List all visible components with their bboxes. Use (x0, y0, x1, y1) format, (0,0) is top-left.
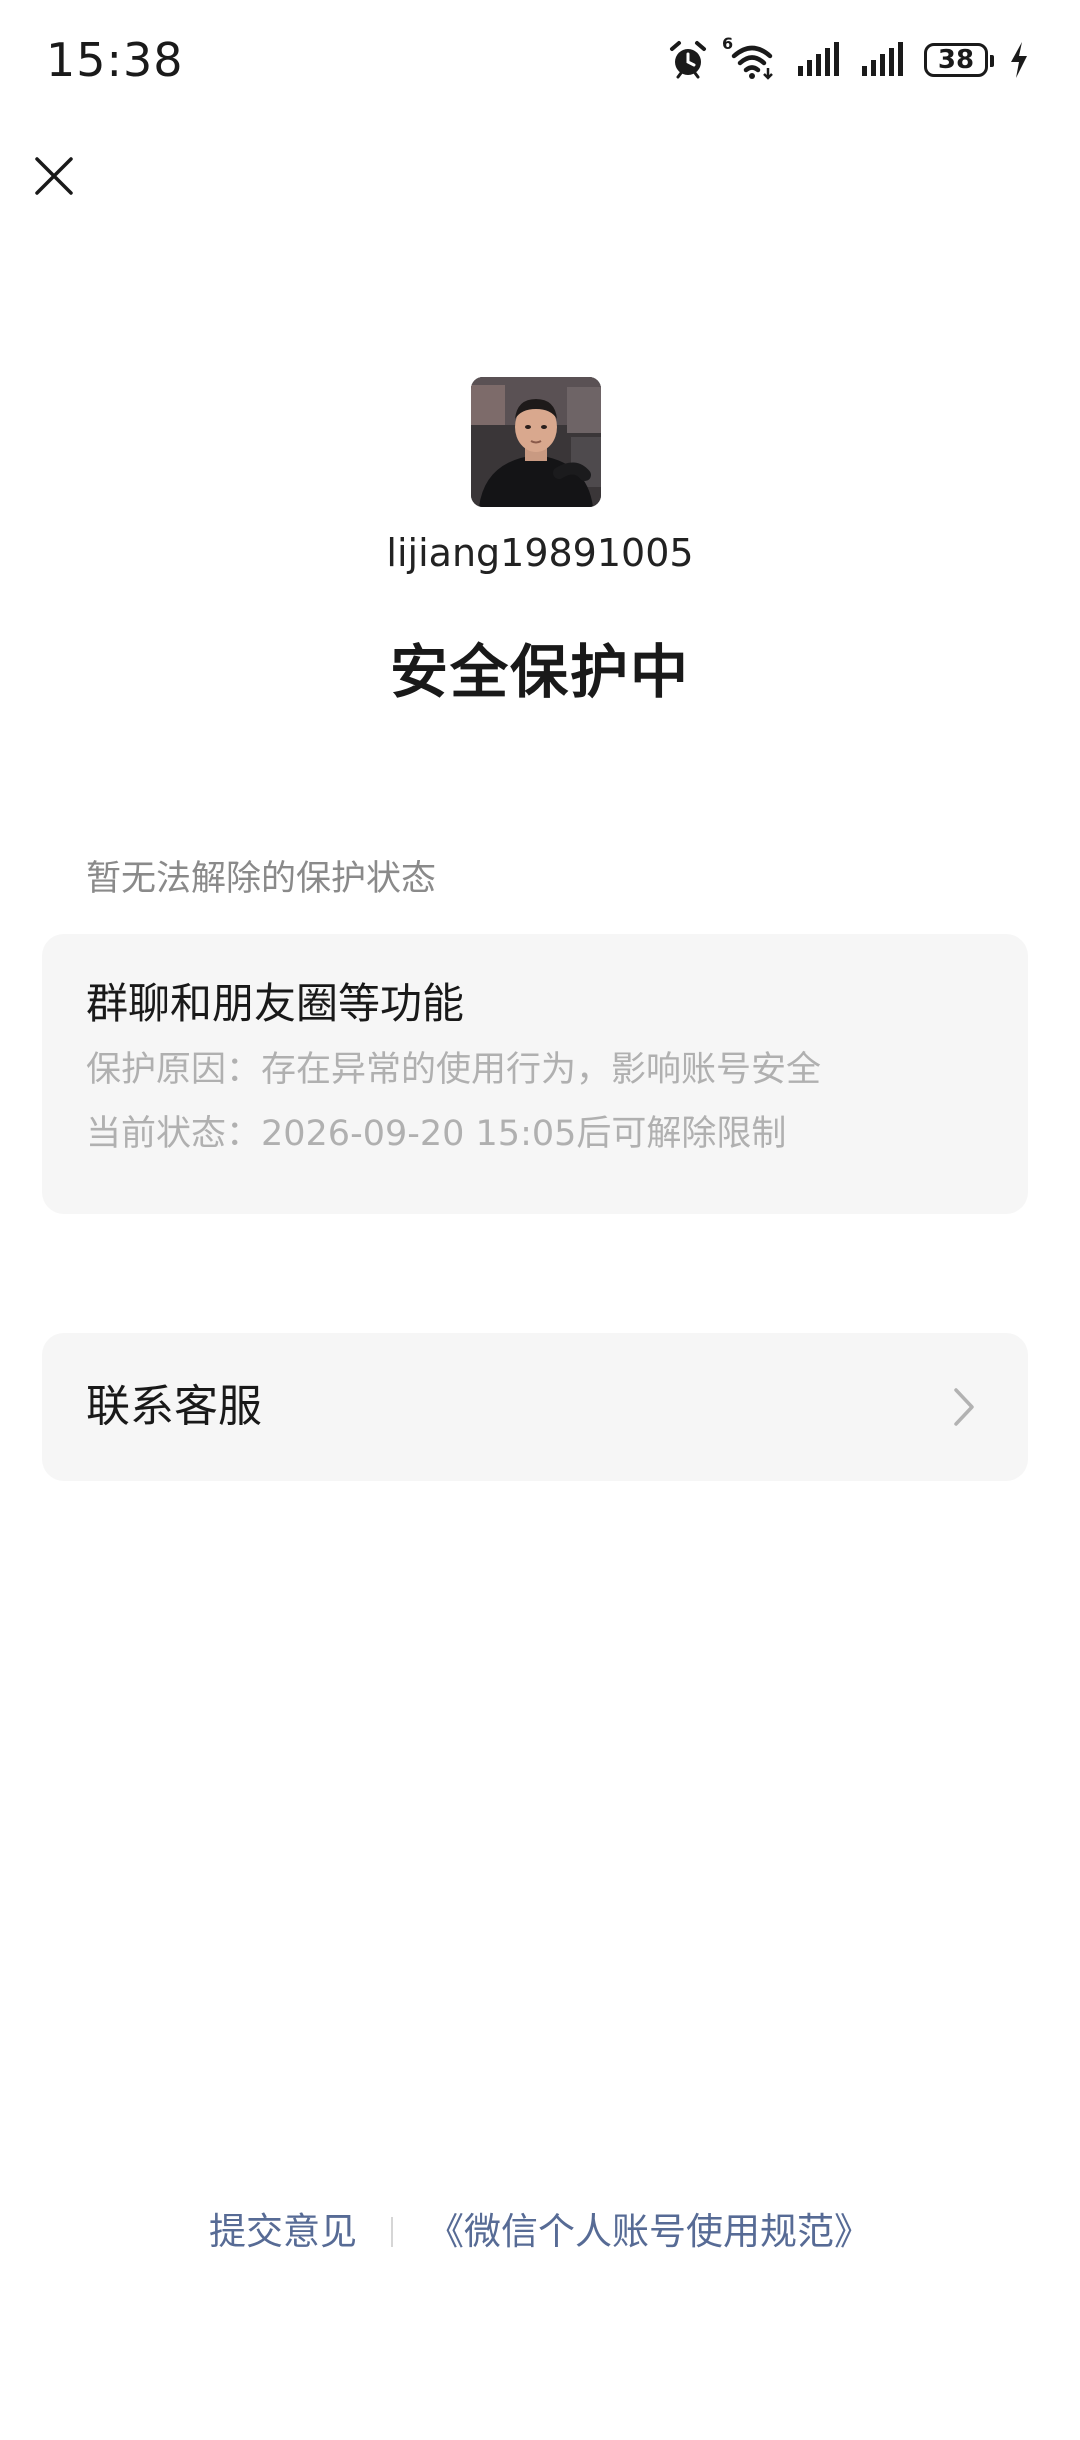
contact-support-label: 联系客服 (86, 1381, 262, 1432)
close-button[interactable] (26, 150, 82, 206)
battery-level: 38 (937, 45, 975, 75)
network-type-label: 6 (722, 34, 734, 53)
feedback-link[interactable]: 提交意见 (209, 2205, 357, 2259)
restriction-reason: 保护原因：存在异常的使用行为，影响账号安全 (86, 1050, 822, 1090)
footer: 提交意见 《微信个人账号使用规范》 (0, 2205, 1080, 2259)
chevron-right-icon (948, 1383, 980, 1431)
restriction-title: 群聊和朋友圈等功能 (86, 979, 465, 1028)
section-label: 暂无法解除的保护状态 (86, 859, 437, 899)
footer-divider (391, 2217, 393, 2247)
charging-icon (1008, 40, 1030, 80)
avatar (471, 377, 601, 507)
status-bar: 15:38 6 38 (0, 0, 1080, 120)
wifi-icon: 6 (722, 34, 776, 80)
signal-icon (860, 42, 904, 78)
alarm-icon (668, 40, 708, 80)
page-title: 安全保护中 (389, 638, 690, 706)
status-icons: 6 38 (668, 34, 1030, 84)
username: lijiang19891005 (386, 531, 694, 575)
close-icon (33, 155, 75, 201)
signal-icon (796, 42, 840, 78)
battery-icon: 38 (924, 43, 994, 77)
security-protection-screen: 15:38 6 38 lijiang19891005 安全保护中 暂无法解除的保… (0, 0, 1080, 2440)
restriction-status: 当前状态：2026-09-20 15:05后可解除限制 (86, 1114, 787, 1154)
contact-support-button[interactable]: 联系客服 (42, 1333, 1028, 1481)
restriction-card: 群聊和朋友圈等功能 保护原因：存在异常的使用行为，影响账号安全 当前状态：202… (42, 934, 1028, 1214)
status-time: 15:38 (46, 33, 184, 87)
account-rules-link[interactable]: 《微信个人账号使用规范》 (427, 2205, 871, 2259)
